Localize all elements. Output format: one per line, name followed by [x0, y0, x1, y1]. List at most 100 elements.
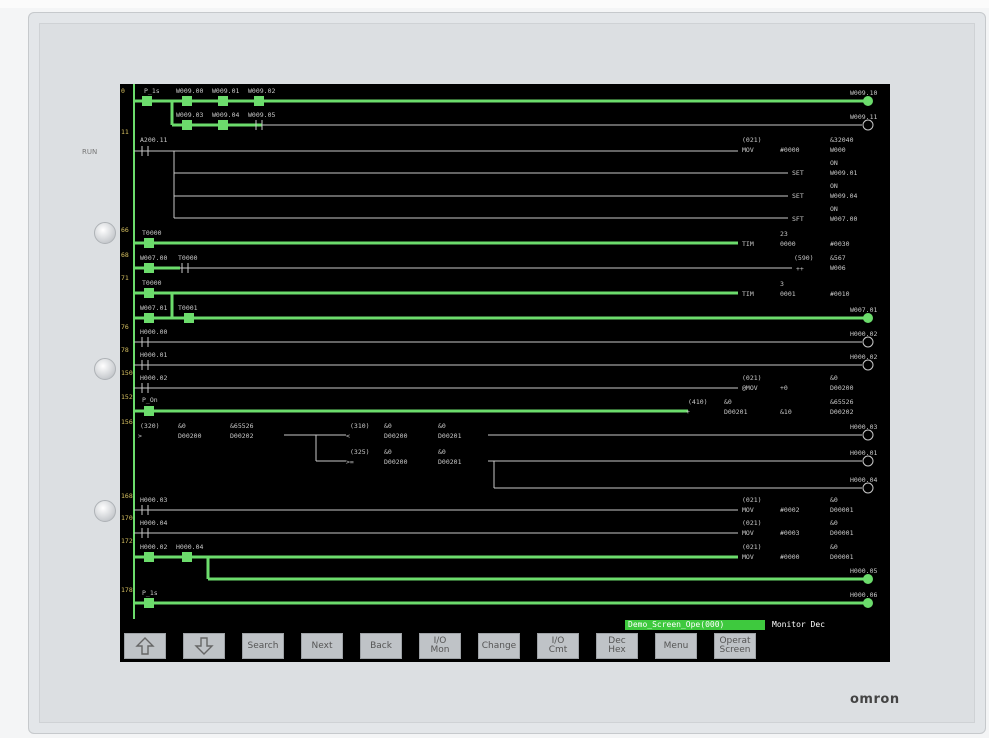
step-number: 71	[121, 274, 129, 282]
operation-screen-button[interactable]: Operat Screen	[714, 633, 756, 659]
rung-68[interactable]: W007.00 T0000 (590) ++ &567 W006	[134, 254, 846, 273]
instruction-fn: (410)	[688, 398, 708, 406]
coil	[863, 598, 873, 608]
contact-label: W009.01	[212, 87, 239, 95]
operand: #0000	[780, 146, 800, 154]
operand: &10	[780, 408, 792, 416]
coil	[862, 429, 874, 441]
next-button[interactable]: Next	[301, 633, 343, 659]
operand: #0002	[780, 506, 800, 514]
operand: D00001	[830, 553, 854, 561]
scroll-down-button[interactable]	[183, 633, 225, 659]
search-button[interactable]: Search	[242, 633, 284, 659]
instruction-fn: (021)	[742, 496, 762, 504]
instruction-fn: (310)	[350, 422, 370, 430]
contact-label: P_1s	[142, 589, 158, 597]
step-number: 68	[121, 251, 129, 259]
side-button-2[interactable]	[94, 358, 116, 380]
instruction-name: >=	[346, 458, 354, 466]
operand: #0003	[780, 529, 800, 537]
step-number: 156	[121, 418, 133, 426]
contact-label: W009.00	[176, 87, 203, 95]
rung-76[interactable]: H000.00 H000.02	[134, 328, 877, 348]
io-monitor-button[interactable]: I/O Mon	[419, 633, 461, 659]
contact-label: W009.04	[212, 111, 239, 119]
step-number: 178	[121, 586, 133, 594]
operand-value: &0	[384, 422, 392, 430]
operand: W009.04	[830, 192, 857, 200]
operand-value: ON	[830, 182, 838, 190]
rung-66[interactable]: T0000 TIM 23 0000 #0030	[134, 229, 850, 248]
contact-label: W009.03	[176, 111, 203, 119]
hmi-screen: 0 11 66 68 71 76 78 150 152 156 168 170 …	[120, 84, 890, 662]
rung-11[interactable]: A200.11 (021) MOV #0000 &32040 W000 SET …	[134, 136, 857, 223]
status-bar: Demo_Screen_Ope(000) Monitor Dec	[120, 619, 890, 631]
ladder-diagram[interactable]: 0 11 66 68 71 76 78 150 152 156 168 170 …	[120, 84, 890, 619]
operand: D00201	[724, 408, 748, 416]
rung-150[interactable]: H000.02 (021) @MOV +0 &0 D00200	[134, 374, 854, 393]
arrow-down-icon	[194, 637, 214, 655]
instruction-fn: (021)	[742, 543, 762, 551]
instruction-fn: (021)	[742, 136, 762, 144]
rung-170[interactable]: H000.04 (021) MOV #0003 &0 D00001	[134, 519, 854, 538]
operand-value: &32040	[830, 136, 854, 144]
instruction-name: SET	[792, 169, 804, 177]
operand-value: &0	[830, 374, 838, 382]
contact-label: W007.00	[140, 254, 167, 262]
rung-172[interactable]: H000.02 H000.04 (021) MOV #0000 &0 D0000…	[134, 543, 877, 584]
io-comment-button[interactable]: I/O Cmt	[537, 633, 579, 659]
coil-label: H000.06	[850, 591, 877, 599]
instruction-name: MOV	[742, 529, 754, 537]
coil-label: W009.10	[850, 89, 877, 97]
contact-label: W009.05	[248, 111, 275, 119]
instruction-name: SFT	[792, 215, 804, 223]
rung-71[interactable]: T0000 TIM 3 0001 #0010 W007.01 T0001 W00…	[134, 279, 877, 323]
change-button[interactable]: Change	[478, 633, 520, 659]
operand-value: ON	[830, 205, 838, 213]
coil-label: W007.01	[850, 306, 877, 314]
contact-label: T0000	[142, 229, 162, 237]
coil-label: H000.03	[850, 423, 877, 431]
coil	[863, 96, 873, 106]
contact-label: A200.11	[140, 136, 167, 144]
brand-logo: omron	[850, 692, 900, 707]
operand-value: &567	[830, 254, 846, 262]
side-button-3[interactable]	[94, 500, 116, 522]
instruction-fn: (021)	[742, 374, 762, 382]
step-numbers: 0 11 66 68 71 76 78 150 152 156 168 170 …	[121, 87, 133, 594]
step-number: 0	[121, 87, 125, 95]
scroll-up-button[interactable]	[124, 633, 166, 659]
instruction-fn: (325)	[350, 448, 370, 456]
operand: D00201	[438, 432, 462, 440]
contact-label: W007.01	[140, 304, 167, 312]
rung-168[interactable]: H000.03 (021) MOV #0002 &0 D00001	[134, 496, 854, 515]
step-number: 168	[121, 492, 133, 500]
rung-156[interactable]: (320) > &0 D00200 &65526 D00202 (310) < …	[138, 422, 877, 494]
arrow-up-icon	[135, 637, 155, 655]
instruction-name: MOV	[742, 553, 754, 561]
operand: D00201	[438, 458, 462, 466]
menu-button[interactable]: Menu	[655, 633, 697, 659]
operand-value: &0	[384, 448, 392, 456]
operand: D00200	[384, 432, 408, 440]
back-button[interactable]: Back	[360, 633, 402, 659]
instruction-name: MOV	[742, 146, 754, 154]
top-strip	[0, 0, 989, 8]
operand-value: &0	[724, 398, 732, 406]
step-number: 11	[121, 128, 129, 136]
side-button-1[interactable]	[94, 222, 116, 244]
rung-0[interactable]: P_1s W009.00 W009.01 W009.02 W009.10 W00…	[134, 87, 877, 131]
contact-label: W009.02	[248, 87, 275, 95]
operand: #0000	[780, 553, 800, 561]
instruction-fn: (590)	[794, 254, 814, 262]
rung-152[interactable]: P_On (410) + &0 D00201 &10 &65526 D00202	[134, 396, 854, 416]
contact-label: H000.02	[140, 543, 167, 551]
instruction-name: SET	[792, 192, 804, 200]
rung-178[interactable]: P_1s H000.06	[134, 589, 877, 608]
rung-78[interactable]: H000.01 H000.02	[134, 351, 877, 371]
dec-hex-button[interactable]: Dec Hex	[596, 633, 638, 659]
operand-value: &0	[438, 448, 446, 456]
coil-label: H000.02	[850, 353, 877, 361]
contact-label: H000.03	[140, 496, 167, 504]
contact-label: H000.01	[140, 351, 167, 359]
